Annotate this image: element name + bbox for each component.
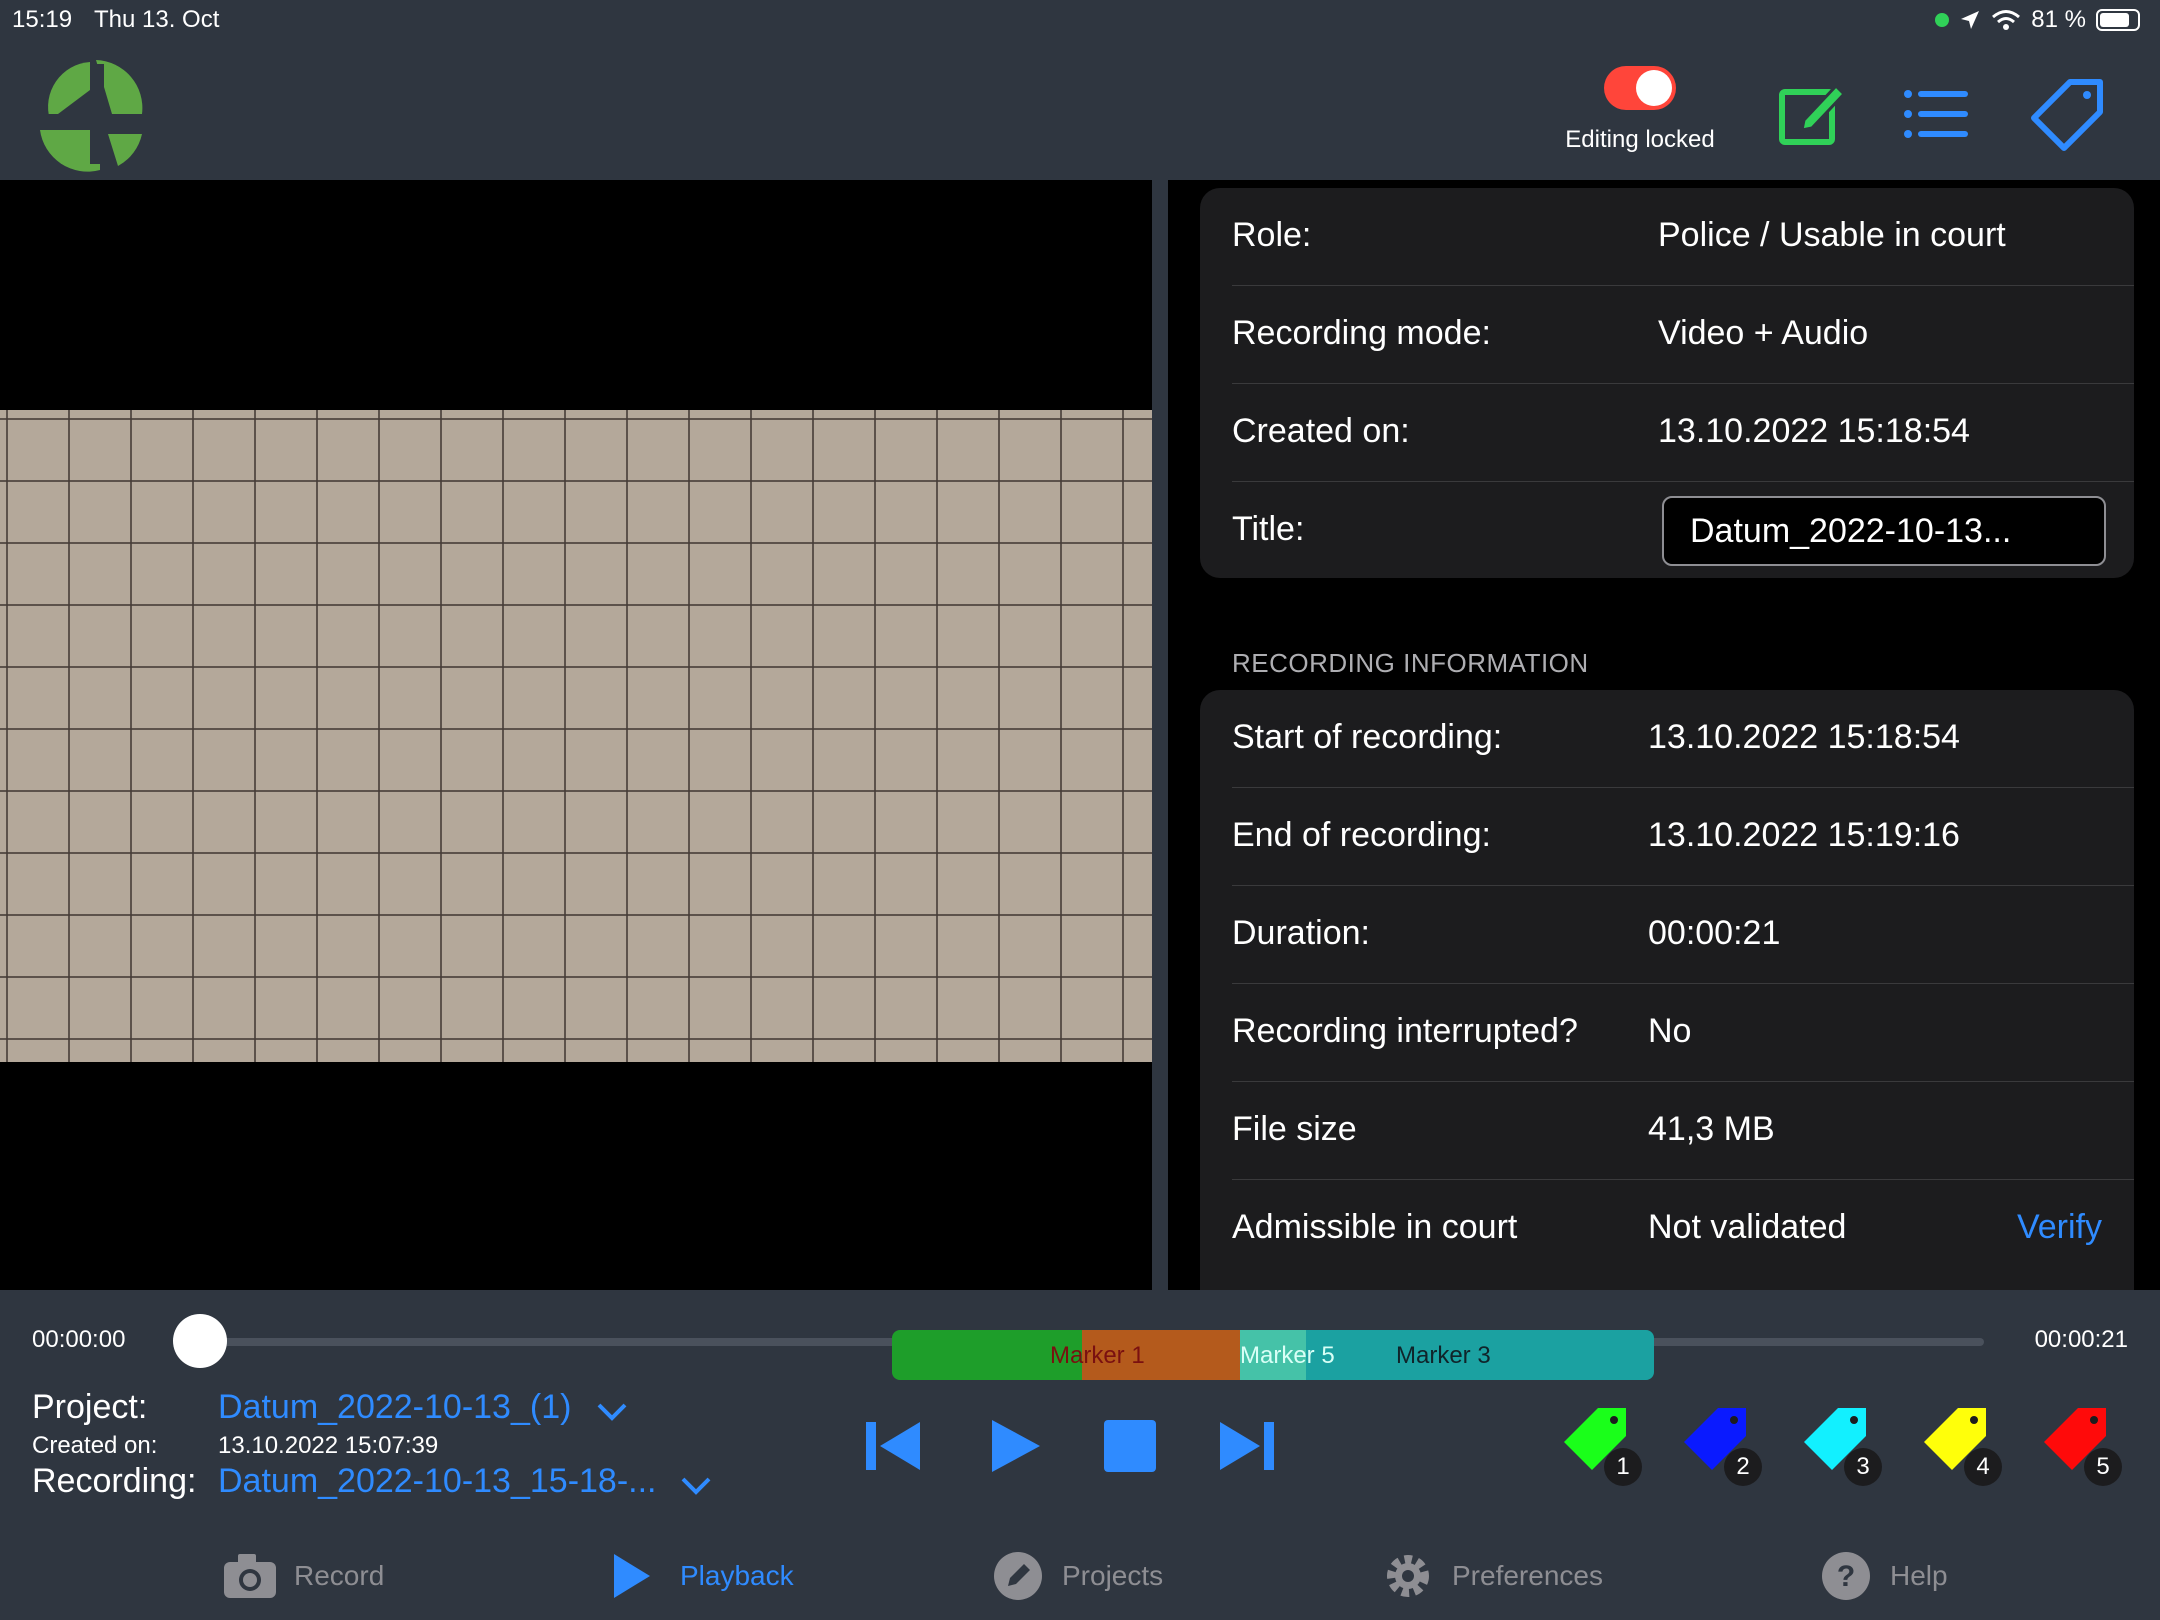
info-value: Not validated: [1648, 1208, 1847, 1246]
list-icon[interactable]: [1898, 76, 1974, 152]
info-row: Duration: 00:00:21: [1232, 886, 2134, 984]
detail-row: Recording mode: Video + Audio: [1232, 286, 2134, 384]
battery-icon: [2096, 9, 2140, 31]
info-label: Recording interrupted?: [1232, 1012, 1578, 1050]
chevron-down-icon[interactable]: [680, 1476, 712, 1496]
marker-tag-button-1[interactable]: 1: [1562, 1404, 1642, 1486]
editing-lock-label: Editing locked: [1565, 126, 1715, 153]
tab-projects[interactable]: Projects: [990, 1546, 1163, 1606]
video-player[interactable]: [0, 180, 1152, 1290]
video-frame: [0, 410, 1152, 1062]
info-row: File size 41,3 MB: [1232, 1082, 2134, 1180]
info-value: 13.10.2022 15:18:54: [1648, 718, 1960, 756]
tag-number: 4: [1964, 1448, 2002, 1486]
tab-label: Projects: [1062, 1560, 1164, 1591]
tag-number: 3: [1844, 1448, 1882, 1486]
recording-info-panel[interactable]: Role: Police / Usable in court Recording…: [1168, 180, 2160, 1290]
marker-label: Marker 3: [1396, 1342, 1491, 1369]
gear-icon: [1387, 1555, 1429, 1597]
camera-icon: [224, 1554, 276, 1598]
info-label: Admissible in court: [1232, 1208, 1518, 1246]
app-logo: [40, 60, 144, 172]
tab-preferences[interactable]: Preferences: [1380, 1546, 1603, 1606]
detail-label: Recording mode:: [1232, 314, 1491, 352]
status-bar: 15:19 Thu 13. Oct 81 %: [0, 0, 2160, 40]
tab-label: Playback: [680, 1560, 794, 1591]
info-label: Duration:: [1232, 914, 1370, 952]
detail-row: Created on: 13.10.2022 15:18:54: [1232, 384, 2134, 482]
battery-percent: 81 %: [2031, 6, 2086, 33]
info-label: Start of recording:: [1232, 718, 1503, 756]
tab-help[interactable]: ? Help: [1818, 1546, 1948, 1606]
skip-forward-icon[interactable]: [1214, 1414, 1278, 1478]
detail-value: Video + Audio: [1658, 314, 1869, 352]
verify-link[interactable]: Verify: [2017, 1208, 2102, 1247]
help-icon: ?: [1822, 1552, 1870, 1600]
play-icon: [614, 1554, 650, 1598]
info-row: Admissible in court Not validated Verify: [1232, 1180, 2134, 1278]
info-row: End of recording: 13.10.2022 15:19:16: [1232, 788, 2134, 886]
project-label: Project:: [32, 1388, 148, 1426]
edit-icon[interactable]: [1774, 76, 1850, 152]
tag-number: 2: [1724, 1448, 1762, 1486]
info-value: No: [1648, 1012, 1692, 1050]
detail-value: 13.10.2022 15:18:54: [1658, 412, 1970, 450]
section-header: RECORDING INFORMATION: [1232, 648, 1589, 678]
info-value: 00:00:21: [1648, 914, 1781, 952]
marker-label: Marker 1: [1050, 1342, 1145, 1369]
wifi-icon: [1992, 10, 2021, 30]
skip-back-icon[interactable]: [862, 1414, 926, 1478]
marker-label: Marker 5: [1240, 1342, 1335, 1369]
info-value: 13.10.2022 15:19:16: [1648, 816, 1960, 854]
detail-value: Police / Usable in court: [1658, 216, 2006, 254]
tab-label: Preferences: [1452, 1560, 1603, 1591]
playback-controls: 00:00:00 00:00:21 Marker 1 Marker 5 Mark…: [0, 1290, 2160, 1620]
status-time: 15:19: [12, 6, 73, 33]
tab-record[interactable]: Record: [222, 1546, 384, 1606]
status-indicators: 81 %: [1935, 6, 2140, 34]
play-icon[interactable]: [982, 1414, 1046, 1478]
location-icon: [1961, 11, 1980, 29]
tag-number: 5: [2084, 1448, 2122, 1486]
details-card: Role: Police / Usable in court Recording…: [1200, 188, 2134, 578]
tab-label: Help: [1890, 1560, 1948, 1591]
svg-text:?: ?: [1837, 1560, 1855, 1593]
scrubber-handle[interactable]: [173, 1314, 227, 1368]
detail-label: Role:: [1232, 216, 1312, 254]
marker-tag-button-3[interactable]: 3: [1802, 1404, 1882, 1486]
tag-icon[interactable]: [2030, 76, 2106, 152]
title-input[interactable]: Datum_2022-10-13...: [1662, 496, 2106, 566]
project-created-value: 13.10.2022 15:07:39: [218, 1432, 439, 1459]
detail-row: Role: Police / Usable in court: [1232, 188, 2134, 286]
camera-in-use-dot: [1935, 13, 1950, 27]
recording-info-card: Start of recording: 13.10.2022 15:18:54 …: [1200, 690, 2134, 1290]
recording-label: Recording:: [32, 1462, 197, 1500]
info-value: 41,3 MB: [1648, 1110, 1775, 1148]
total-time: 00:00:21: [2034, 1326, 2128, 1353]
tab-playback[interactable]: Playback: [608, 1546, 794, 1606]
tag-number: 1: [1604, 1448, 1642, 1486]
info-row: Start of recording: 13.10.2022 15:18:54: [1232, 690, 2134, 788]
panel-divider: [1152, 180, 1168, 1290]
project-selector[interactable]: Datum_2022-10-13_(1): [218, 1388, 571, 1427]
tab-label: Record: [294, 1560, 385, 1591]
marker-tag-button-4[interactable]: 4: [1922, 1404, 2002, 1486]
recording-selector[interactable]: Datum_2022-10-13_15-18-...: [218, 1462, 657, 1501]
pencil-icon: [994, 1552, 1042, 1600]
marker-tag-button-5[interactable]: 5: [2042, 1404, 2122, 1486]
info-label: End of recording:: [1232, 816, 1491, 854]
detail-label: Created on:: [1232, 412, 1410, 450]
editing-lock-toggle[interactable]: [1604, 66, 1676, 110]
project-created-label: Created on:: [32, 1432, 158, 1459]
chevron-down-icon[interactable]: [596, 1402, 628, 1422]
marker-tag-button-2[interactable]: 2: [1682, 1404, 1762, 1486]
status-date: Thu 13. Oct: [94, 6, 220, 33]
stop-icon[interactable]: [1098, 1414, 1162, 1478]
info-label: File size: [1232, 1110, 1357, 1148]
app-header: Editing locked: [0, 40, 2160, 180]
current-time: 00:00:00: [32, 1326, 126, 1353]
info-row: Recording interrupted? No: [1232, 984, 2134, 1082]
title-label: Title:: [1232, 510, 1305, 548]
detail-row: Title: Datum_2022-10-13...: [1232, 482, 2134, 580]
